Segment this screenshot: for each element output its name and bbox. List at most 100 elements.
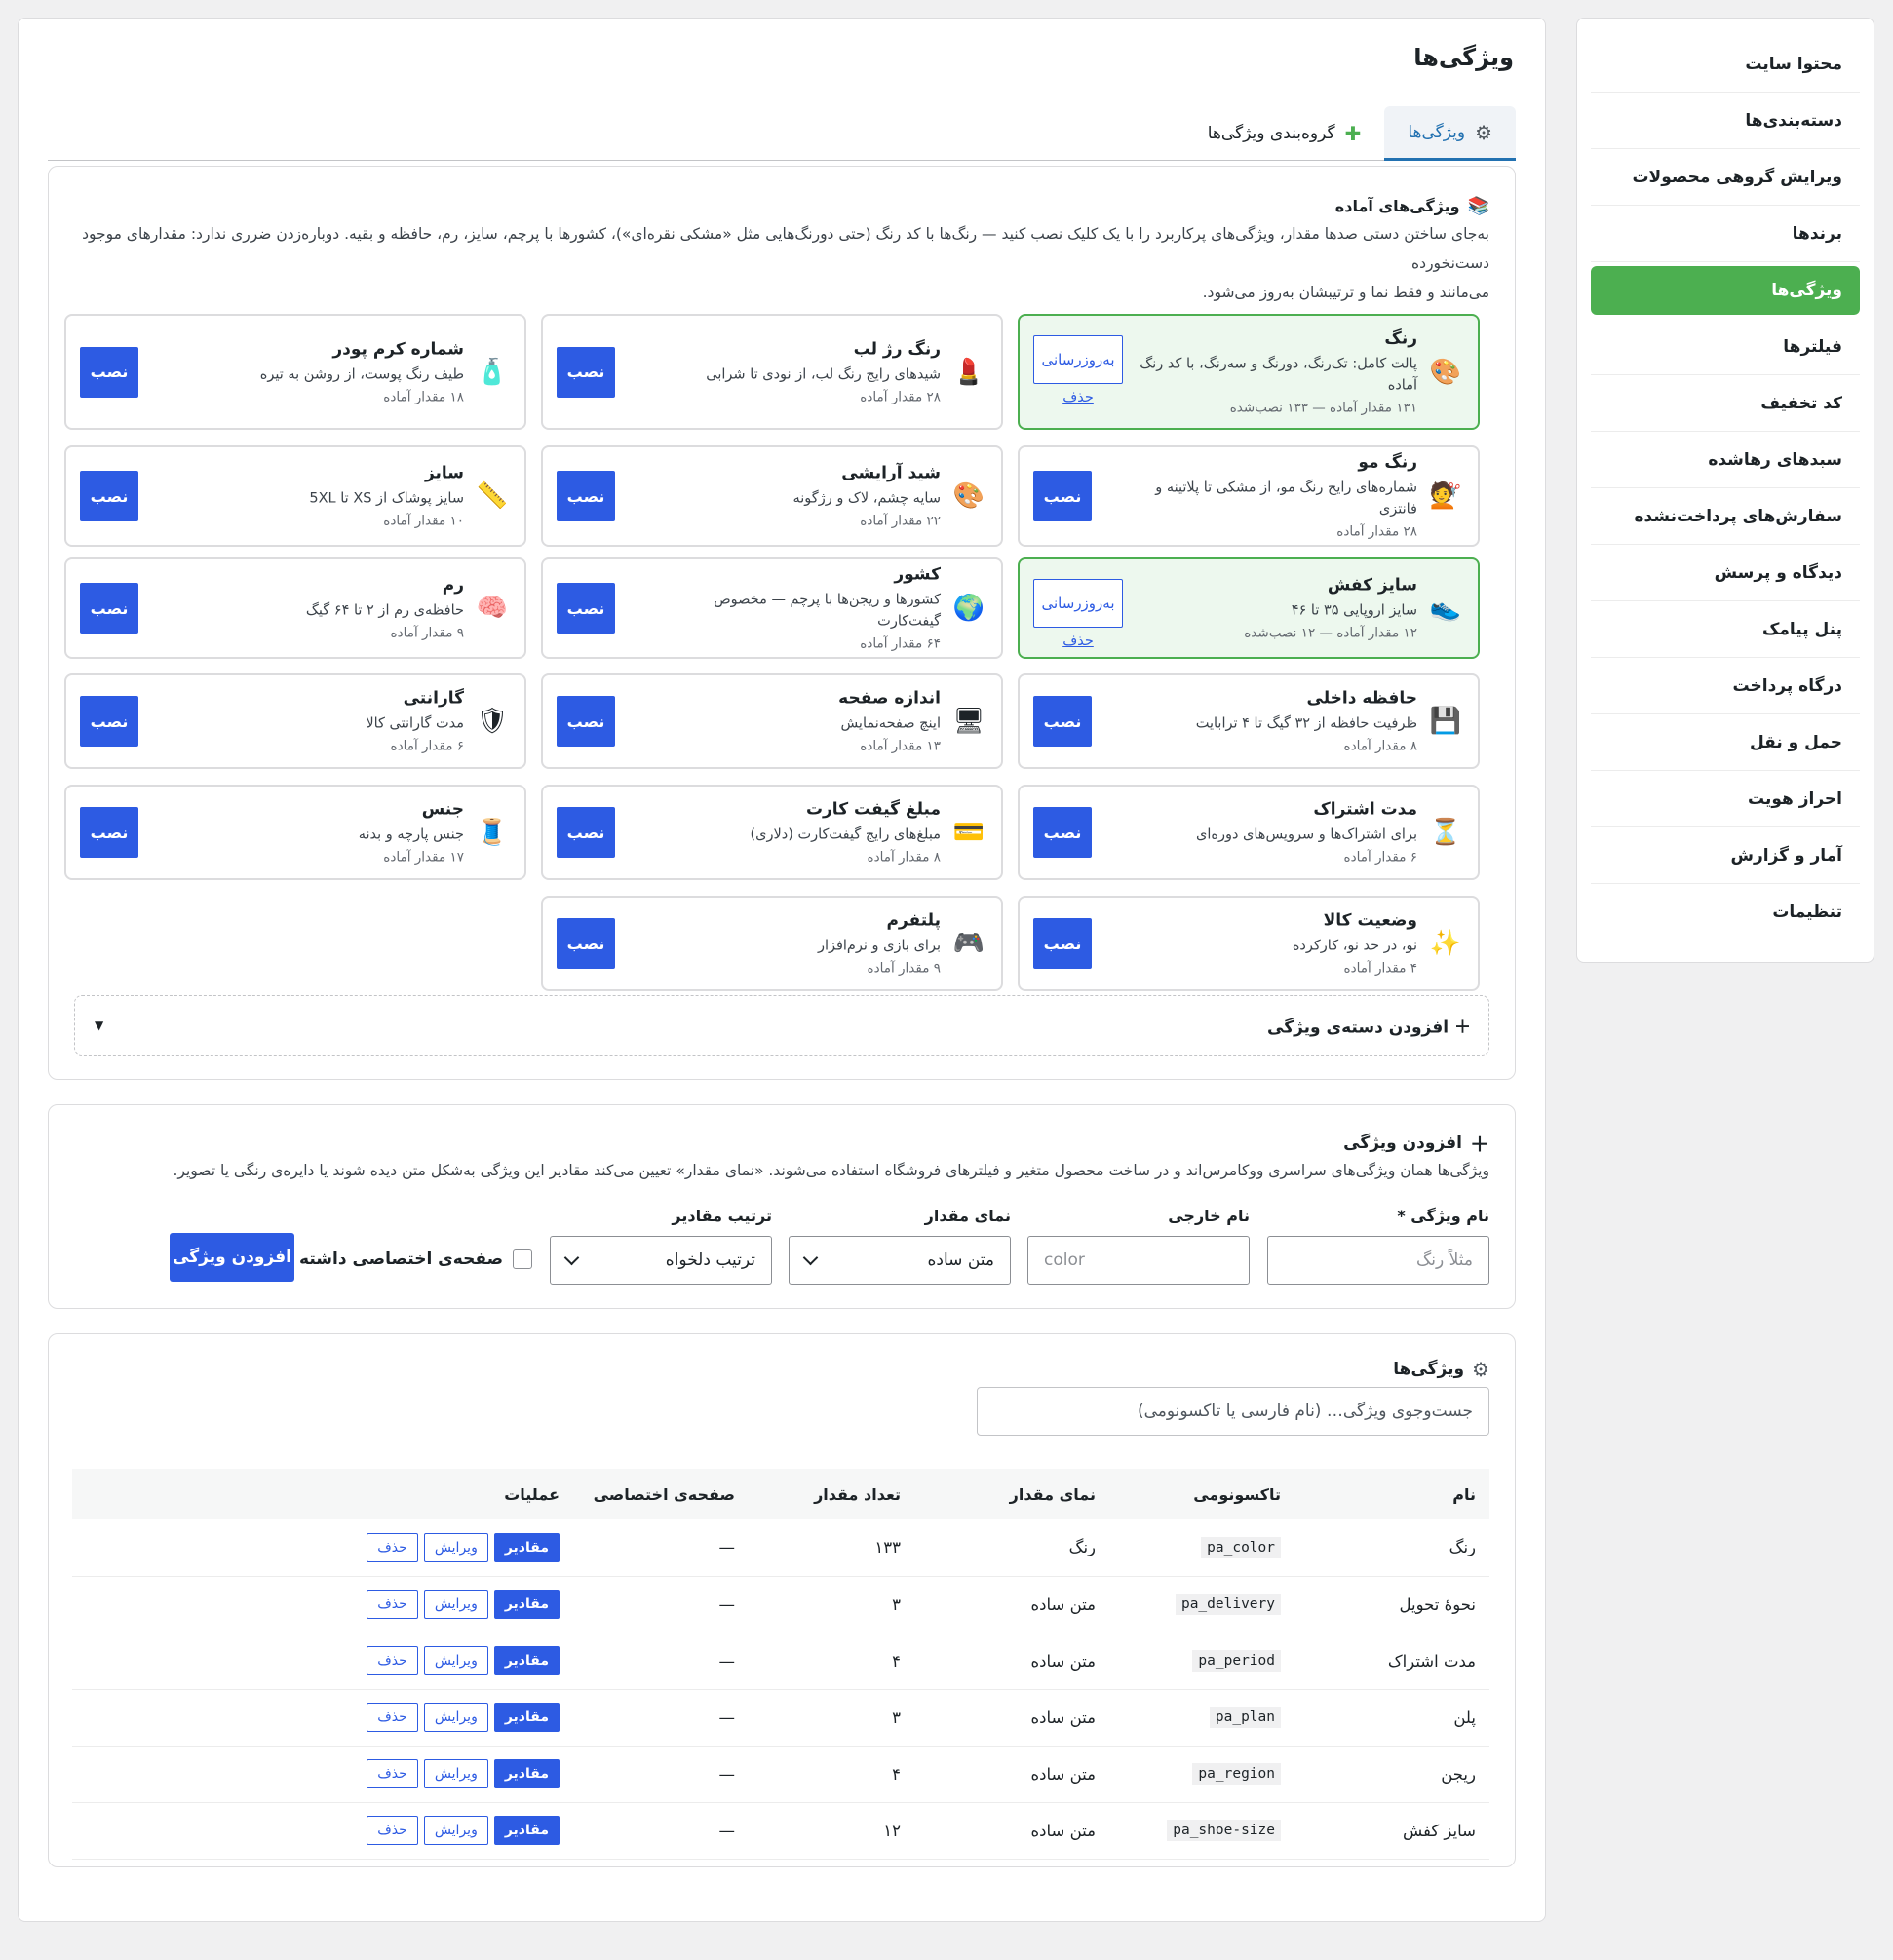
preset-title: حافظه داخلی — [1306, 688, 1418, 709]
preset-meta: ۶۴ مقدار آماده — [860, 635, 941, 652]
add-attribute-group-toggle[interactable]: ＋ افزودن دسته‌ی ویژگی ▼ — [74, 995, 1489, 1056]
gamepad-icon: 🎮 — [952, 929, 985, 958]
preset-meta: ۱۲ مقدار آماده — ۱۲ نصب‌شده — [1244, 625, 1417, 641]
sidebar-item-reviews[interactable]: دیدگاه و پرسش — [1591, 545, 1860, 601]
edit-button[interactable]: ویرایش — [423, 1703, 488, 1732]
cell-view: متن ساده — [914, 1576, 1109, 1633]
tab-attribute-groups[interactable]: ✚ گروه‌بندی ویژگی‌ها — [1184, 106, 1385, 161]
attribute-slug-input[interactable]: color — [1027, 1236, 1250, 1285]
preset-update-button[interactable]: به‌روزرسانی — [1033, 335, 1123, 384]
sidebar-item-brands[interactable]: برندها — [1591, 206, 1860, 262]
preset-install-button[interactable]: نصب — [80, 807, 138, 858]
sidebar-item-unpaid-orders[interactable]: سفارش‌های پرداخت‌نشده — [1591, 488, 1860, 545]
sidebar-item-coupons[interactable]: کد تخفیف — [1591, 375, 1860, 432]
preset-install-button[interactable]: نصب — [1033, 696, 1092, 747]
attribute-name-input[interactable]: مثلاً رنگ — [1267, 1236, 1489, 1285]
preset-title: مدت اشتراک — [1313, 799, 1417, 820]
sidebar-item-verification[interactable]: احراز هویت — [1591, 771, 1860, 827]
sidebar-item-filters[interactable]: فیلترها — [1591, 319, 1860, 375]
sidebar-item-categories[interactable]: دسته‌بندی‌ها — [1591, 93, 1860, 149]
attribute-slug-label: نام خارجی — [1168, 1207, 1250, 1225]
sidebar-item-sms[interactable]: پنل پیامک — [1591, 601, 1860, 658]
value-order-select[interactable]: ترتیب دلخواه — [550, 1236, 772, 1285]
preset-install-button[interactable]: نصب — [1033, 807, 1092, 858]
values-button[interactable]: مقادیر — [493, 1646, 560, 1675]
archive-checkbox[interactable] — [513, 1249, 532, 1269]
taxonomy-code: pa_plan — [1209, 1707, 1281, 1728]
add-attribute-button[interactable]: افزودن ویژگی — [170, 1233, 294, 1282]
preset-title: مبلغ گیفت کارت — [805, 799, 941, 820]
add-group-label: ＋ افزودن دسته‌ی ویژگی — [1267, 1014, 1471, 1038]
taxonomy-code: pa_color — [1201, 1536, 1281, 1558]
tab-attributes[interactable]: ⚙ ویژگی‌ها — [1384, 106, 1516, 161]
table-row: نحوهٔ تحویل pa_delivery متن ساده ۳— مقادیر وی… — [72, 1576, 1489, 1633]
values-button[interactable]: مقادیر — [493, 1703, 560, 1732]
preset-description: حافظه‌ی رم از ۲ تا ۶۴ گیگ — [305, 602, 464, 619]
edit-button[interactable]: ویرایش — [423, 1759, 488, 1788]
delete-button[interactable]: حذف — [367, 1816, 418, 1845]
preset-card: 🖥 اندازه صفحه اینچ صفحه‌نمایش ۱۳ مقدار آماد… — [541, 673, 1003, 769]
preset-delete-link[interactable]: حذف — [1033, 634, 1123, 649]
cell-name: سایز کفش — [1294, 1802, 1489, 1860]
sidebar-item-content[interactable]: محتوا سایت — [1591, 36, 1860, 93]
preset-description: برای اشتراک‌ها و سرویس‌های دوره‌ای — [1195, 826, 1417, 843]
sidebar-item-bulk-edit[interactable]: ویرایش گروهی محصولات — [1591, 149, 1860, 206]
shoe-icon: 👟 — [1429, 594, 1462, 623]
edit-button[interactable]: ویرایش — [423, 1646, 488, 1675]
edit-button[interactable]: ویرایش — [423, 1590, 488, 1619]
edit-button[interactable]: ویرایش — [423, 1532, 488, 1562]
value-view-select[interactable]: متن ساده — [789, 1236, 1011, 1285]
table-row: سایز کفش pa_shoe-size متن ساده ۱۲— مقادیر ویر… — [72, 1802, 1489, 1860]
gear-icon: ⚙ — [1475, 120, 1492, 144]
sidebar-item-settings[interactable]: تنظیمات — [1591, 884, 1860, 941]
sidebar-item-attributes[interactable]: ویژگی‌ها — [1591, 266, 1860, 315]
cell-archive: — — [573, 1519, 749, 1577]
preset-update-button[interactable]: به‌روزرسانی — [1033, 579, 1123, 628]
preset-install-button[interactable]: نصب — [80, 583, 138, 634]
cell-taxonomy: pa_shoe-size — [1109, 1802, 1294, 1860]
preset-install-button[interactable]: نصب — [557, 696, 615, 747]
preset-install-button[interactable]: نصب — [1033, 471, 1092, 521]
sidebar-item-abandoned-carts[interactable]: سبدهای رهاشده — [1591, 432, 1860, 488]
preset-card: 🧴 شماره کرم پودر طیف رنگ پوست، از روشن به … — [64, 314, 526, 430]
floppy-disk-icon: 💾 — [1429, 707, 1462, 736]
preset-install-button[interactable]: نصب — [80, 471, 138, 521]
cell-name: نحوهٔ تحویل — [1294, 1576, 1489, 1633]
delete-button[interactable]: حذف — [367, 1646, 418, 1675]
sidebar-item-shipping[interactable]: حمل و نقل — [1591, 714, 1860, 771]
preset-install-button[interactable]: نصب — [557, 346, 615, 398]
preset-install-button[interactable]: نصب — [557, 583, 615, 634]
preset-card: 💄 رنگ رژ لب شیدهای رایج رنگ لب، از نودی تا… — [541, 314, 1003, 430]
ruler-icon: 📏 — [476, 481, 509, 511]
preset-install-button[interactable]: نصب — [1033, 918, 1092, 969]
sidebar-item-reports[interactable]: آمار و گزارش — [1591, 827, 1860, 884]
preset-text: گارانتی مدت گارانتی کالا ۶ مقدار آماده — [183, 689, 464, 754]
values-button[interactable]: مقادیر — [493, 1532, 560, 1562]
sidebar-item-payment-gateway[interactable]: درگاه پرداخت — [1591, 658, 1860, 714]
cell-archive: — — [573, 1802, 749, 1860]
values-button[interactable]: مقادیر — [493, 1816, 560, 1845]
edit-button[interactable]: ویرایش — [423, 1816, 488, 1845]
preset-install-button[interactable]: نصب — [80, 346, 138, 398]
cell-taxonomy: pa_region — [1109, 1746, 1294, 1803]
values-button[interactable]: مقادیر — [493, 1590, 560, 1619]
preset-description: پالت کامل: تک‌رنگ، دورنگ و سه‌رنگ، با کد… — [1140, 356, 1417, 393]
preset-install-button[interactable]: نصب — [557, 807, 615, 858]
attribute-search-input[interactable]: جست‌وجوی ویژگی… (نام فارسی یا تاکسونومی) — [977, 1387, 1489, 1436]
attribute-name-label: نام ویژگی * — [1397, 1207, 1489, 1225]
value-order-label: ترتیب مقادیر — [672, 1207, 772, 1225]
gear-icon: ⚙ — [1472, 1358, 1489, 1381]
preset-delete-link[interactable]: حذف — [1033, 390, 1123, 405]
preset-install-button[interactable]: نصب — [557, 471, 615, 521]
delete-button[interactable]: حذف — [367, 1532, 418, 1562]
values-button[interactable]: مقادیر — [493, 1759, 560, 1788]
delete-button[interactable]: حذف — [367, 1759, 418, 1788]
preset-title: شید آرایشی — [841, 463, 941, 483]
preset-install-button[interactable]: نصب — [557, 918, 615, 969]
delete-button[interactable]: حذف — [367, 1703, 418, 1732]
table-row: رنگ pa_color رنگ ۱۳۳— مقادیر ویرایش حذف — [72, 1519, 1489, 1577]
plus-icon: ＋ — [1449, 1018, 1471, 1038]
delete-button[interactable]: حذف — [367, 1590, 418, 1619]
books-icon: 📚 — [1467, 196, 1489, 216]
preset-install-button[interactable]: نصب — [80, 696, 138, 747]
